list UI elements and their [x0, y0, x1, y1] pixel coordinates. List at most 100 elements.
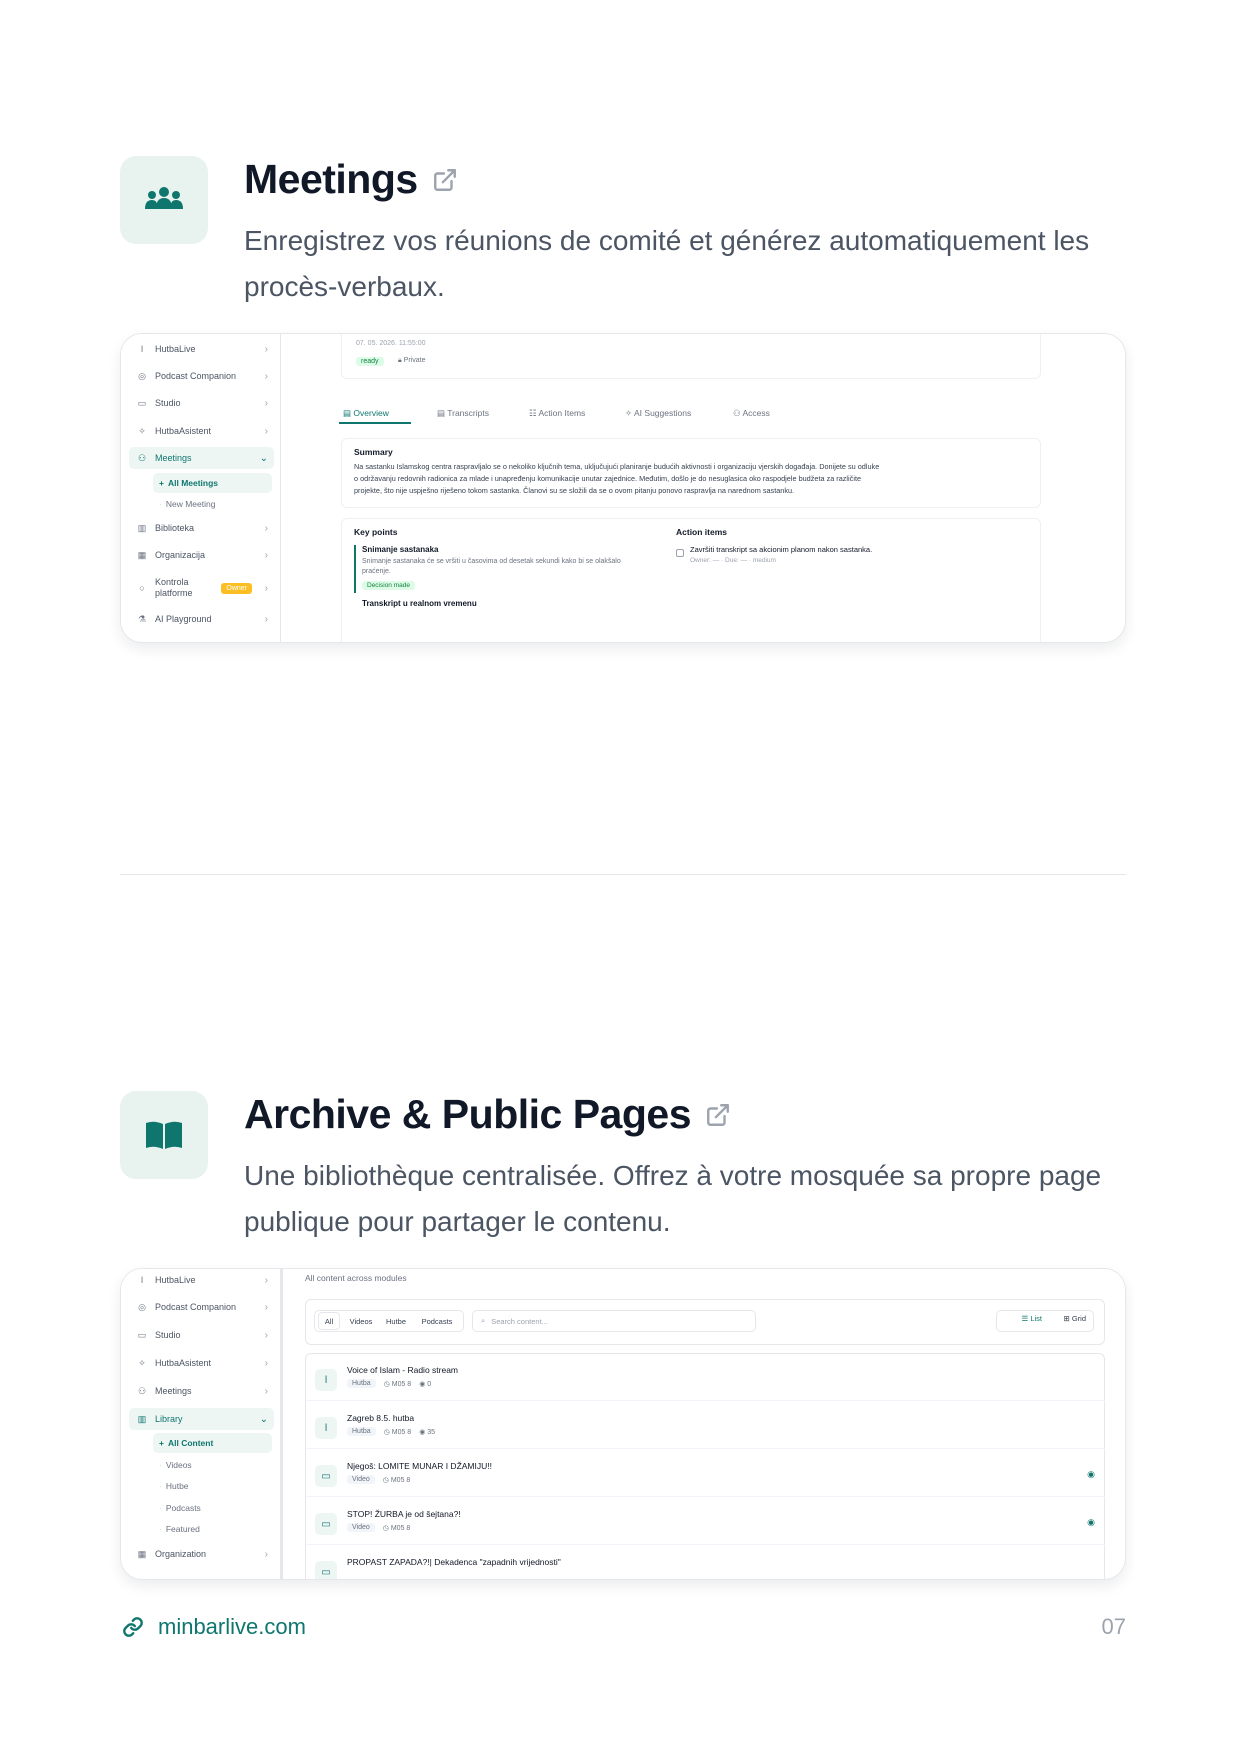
- list-item[interactable]: ▭ Njegoš: LOMITE MUNAR I DŽAMIJU!! Video…: [307, 1453, 1105, 1497]
- meeting-header-card: 07. 05. 2026. 11:55:00 ready 🔒︎ Private: [341, 334, 1041, 379]
- sidebar-sub-podcasts[interactable]: · Podcasts: [153, 1498, 272, 1518]
- video-icon: ▭: [137, 1329, 147, 1340]
- meetings-screenshot: ǀ HutbaLive › ◎ Podcast Companion › ▭ Studio ›…: [120, 333, 1126, 643]
- video-icon: ▭: [315, 1465, 337, 1487]
- sidebar-item-hutbaasistent[interactable]: ✧ HutbaAsistent ›: [129, 420, 274, 442]
- chevron-right-icon: ›: [264, 613, 268, 625]
- section-divider: [120, 874, 1126, 875]
- archive-title: Archive & Public Pages: [244, 1091, 731, 1138]
- type-badge: Hutba: [347, 1427, 376, 1436]
- sidebar-item-kontrola-platforme[interactable]: ○ Kontrola platforme Owner ›: [129, 574, 274, 602]
- building-icon: ▦: [137, 549, 147, 560]
- action-item-checkbox[interactable]: [676, 549, 684, 557]
- video-icon: ▭: [315, 1513, 337, 1535]
- filter-hutbe[interactable]: Hutbe: [380, 1312, 412, 1330]
- chevron-right-icon: ›: [264, 1329, 268, 1341]
- chevron-right-icon: ›: [264, 549, 268, 561]
- row-views: ◉ 0: [419, 1380, 432, 1388]
- filter-bar: All Videos Hutbe Podcasts ⌕ Search conten…: [305, 1299, 1105, 1345]
- meetings-content: 07. 05. 2026. 11:55:00 ready 🔒︎ Private …: [281, 334, 1125, 642]
- podcast-icon: ◎: [138, 1301, 146, 1312]
- meeting-date: 07. 05. 2026. 11:55:00: [356, 340, 426, 347]
- mic-icon: ǀ: [140, 1275, 144, 1285]
- external-link-icon[interactable]: [432, 167, 458, 193]
- details-card: Key points Snimanje sastanaka Snimanje s…: [341, 518, 1041, 642]
- sidebar-sub-videos[interactable]: · Videos: [153, 1455, 272, 1475]
- list-icon: ☰: [1021, 1314, 1031, 1323]
- clock-icon: ◷: [382, 1524, 391, 1532]
- video-icon: ▭: [315, 1561, 337, 1579]
- sidebar-item-hutbaasistent[interactable]: ✧ HutbaAsistent ›: [129, 1352, 274, 1374]
- action-items-heading: Action items: [676, 527, 728, 537]
- visibility-eye-icon[interactable]: ◉: [1087, 1517, 1095, 1528]
- view-grid-button[interactable]: ⊞ Grid: [1063, 1314, 1086, 1323]
- tab-ai-suggestions[interactable]: ✧ AI Suggestions: [625, 408, 691, 419]
- sidebar-sub-new-meeting[interactable]: · New Meeting: [153, 494, 272, 514]
- sidebar-sub-all-meetings[interactable]: + All Meetings: [153, 473, 272, 493]
- key-point-accent: [354, 545, 356, 593]
- sidebar-item-meetings[interactable]: ⚇ Meetings ›: [129, 1380, 274, 1402]
- sidebar-item-hutbalive[interactable]: ǀ HutbaLive ›: [129, 338, 274, 360]
- meetings-description: Enregistrez vos réunions de comité et gé…: [244, 225, 1090, 302]
- sidebar-item-biblioteka[interactable]: ▥ Biblioteka ›: [129, 517, 274, 539]
- archive-screenshot: ǀ HutbaLive › ◎ Podcast Companion › ▭ Studio ›…: [120, 1268, 1126, 1580]
- chevron-right-icon: ›: [264, 522, 268, 534]
- type-badge: Hutba: [347, 1379, 376, 1388]
- people-group-icon: [145, 187, 183, 209]
- row-date: ◷ M05 8: [383, 1428, 412, 1436]
- chevron-right-icon: ›: [264, 1548, 268, 1560]
- tab-overview[interactable]: ▤ Overview: [343, 408, 389, 419]
- sidebar-item-library[interactable]: ▥ Library ⌄: [129, 1408, 274, 1430]
- chevron-right-icon: ›: [264, 1301, 268, 1313]
- filter-all[interactable]: All: [318, 1312, 340, 1330]
- sidebar-item-podcast-companion[interactable]: ◎ Podcast Companion ›: [129, 365, 274, 387]
- sidebar-item-hutbalive[interactable]: ǀ HutbaLive ›: [129, 1269, 274, 1291]
- key-point-text-continued: praćenje.: [362, 568, 391, 575]
- chevron-right-icon: ›: [264, 343, 268, 355]
- list-item[interactable]: ǀ Voice of Islam - Radio stream Hutba ◷ M…: [307, 1357, 1105, 1401]
- footer-link[interactable]: minbarlive.com: [120, 1614, 306, 1640]
- shield-icon: ○: [139, 583, 145, 593]
- type-badge: Video: [347, 1475, 375, 1484]
- sidebar-item-organization[interactable]: ▦ Organization ›: [129, 1543, 274, 1565]
- tab-action-items[interactable]: ☷ Action Items: [529, 408, 585, 419]
- building-icon: ▦: [137, 1548, 147, 1559]
- row-date: ◷ M05 8: [383, 1380, 412, 1388]
- sidebar-sub-hutbe[interactable]: · Hutbe: [153, 1476, 272, 1496]
- action-item-text: Završiti transkript sa akcionim planom n…: [690, 545, 873, 554]
- sidebar-item-podcast-companion[interactable]: ◎ Podcast Companion ›: [129, 1296, 274, 1318]
- external-link-icon[interactable]: [705, 1102, 731, 1128]
- tab-transcripts[interactable]: ▤ Transcripts: [437, 408, 489, 419]
- row-date: ◷ M05 8: [382, 1476, 411, 1484]
- sidebar-item-meetings[interactable]: ⚇ Meetings ⌄: [129, 447, 274, 469]
- row-date: ◷ M05 8: [382, 1524, 411, 1532]
- library-icon: ▥: [137, 1413, 147, 1424]
- flask-icon: ⚗: [137, 613, 147, 624]
- key-point-title: Snimanje sastanaka: [362, 545, 439, 554]
- list-item[interactable]: ǀ Zagreb 8.5. hutba Hutba ◷ M05 8 ◉ 35: [307, 1405, 1105, 1449]
- visibility-eye-icon[interactable]: ◉: [1087, 1469, 1095, 1480]
- visibility-label: 🔒︎ Private: [398, 357, 426, 364]
- row-views: ◉ 35: [419, 1428, 436, 1436]
- sidebar-item-studio[interactable]: ▭ Studio ›: [129, 1324, 274, 1346]
- sidebar-sub-all-content[interactable]: + All Content: [153, 1433, 272, 1453]
- chevron-right-icon: ›: [264, 397, 268, 409]
- meetings-sidebar: ǀ HutbaLive › ◎ Podcast Companion › ▭ Studio ›…: [121, 334, 281, 642]
- view-list-button[interactable]: ☰ List: [1022, 1314, 1042, 1323]
- sidebar-sub-featured[interactable]: · Featured: [153, 1519, 272, 1539]
- list-item[interactable]: ▭ STOP! ŽURBA je od šejtana?! Video ◷ M05…: [307, 1501, 1105, 1545]
- sidebar-item-organizacija[interactable]: ▦ Organizacija ›: [129, 544, 274, 566]
- list-item[interactable]: ▭ PROPAST ZAPADA?!| Dekadenca "zapadnih …: [307, 1549, 1105, 1579]
- grid-icon: ⊞: [1063, 1314, 1072, 1323]
- tab-active-underline: [339, 422, 411, 424]
- sidebar-item-ai-playground[interactable]: ⚗ AI Playground ›: [129, 608, 274, 630]
- archive-content: All content across modules All Videos Hu…: [281, 1269, 1125, 1579]
- clock-icon: ◷: [383, 1380, 392, 1388]
- status-badge: ready: [356, 357, 384, 366]
- filter-podcasts[interactable]: Podcasts: [414, 1312, 460, 1330]
- search-input[interactable]: ⌕ Search content...: [472, 1310, 756, 1332]
- filter-videos[interactable]: Videos: [344, 1312, 378, 1330]
- video-icon: ▭: [137, 397, 147, 408]
- sidebar-item-studio[interactable]: ▭ Studio ›: [129, 392, 274, 414]
- tab-access[interactable]: ⚇ Access: [733, 408, 770, 419]
